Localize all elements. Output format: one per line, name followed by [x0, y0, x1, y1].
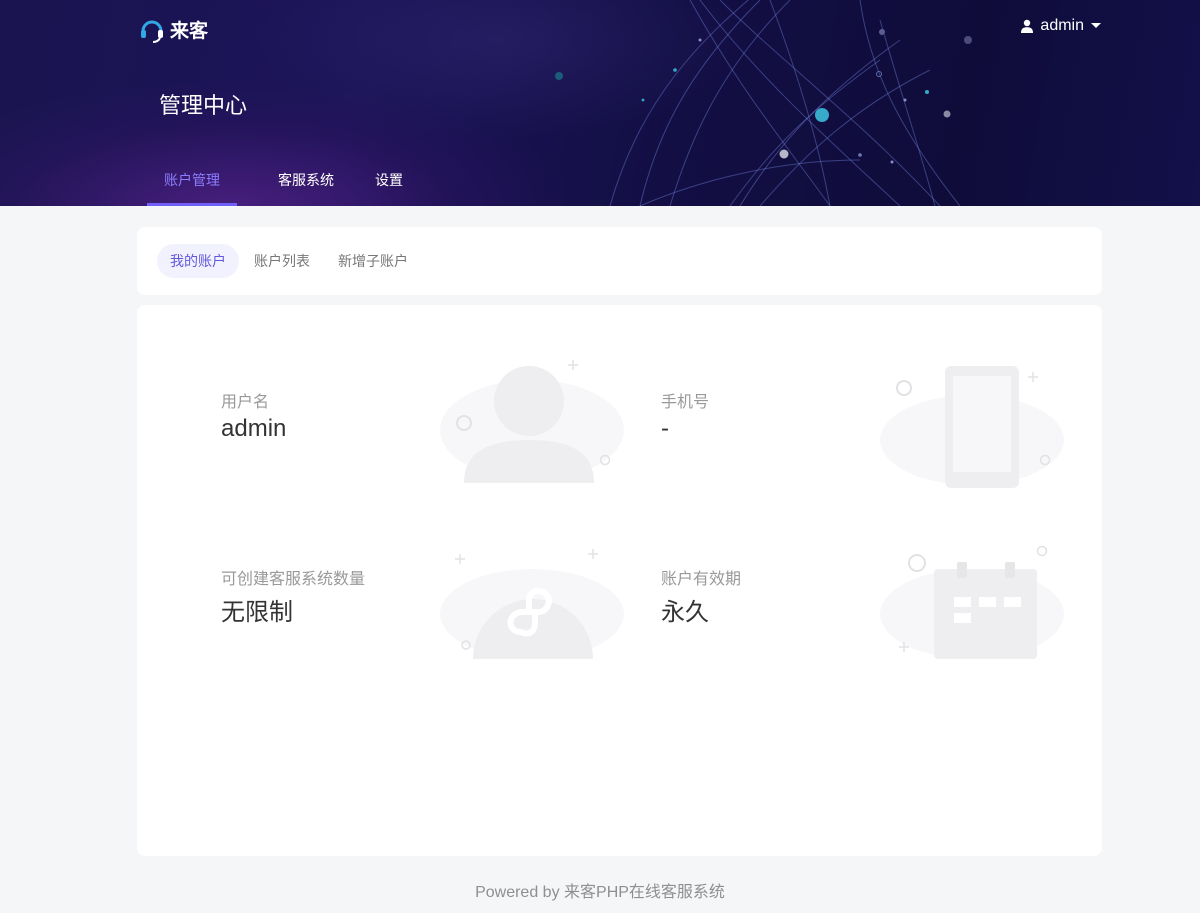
app-logo[interactable]: 来客: [138, 14, 208, 44]
validity-value: 永久: [661, 599, 709, 626]
subtab-add-subaccount[interactable]: 新增子账户: [325, 244, 421, 278]
phone-icon: [880, 366, 1064, 488]
page-title: 管理中心: [159, 93, 248, 118]
user-menu[interactable]: admin: [1020, 17, 1102, 35]
tab-settings[interactable]: 设置: [375, 160, 403, 206]
username-value: admin: [221, 415, 287, 442]
headset-icon: [141, 20, 163, 43]
caret-down-icon: [1091, 23, 1101, 28]
account-info-card: 用户名 admin 手机号 - 可创建客服系统数量 无限制 账户有效期 永久: [137, 305, 1102, 856]
phone-section: 手机号 -: [577, 355, 1064, 495]
username-label: 用户名: [221, 394, 270, 411]
quota-label: 可创建客服系统数量: [221, 571, 366, 588]
quota-section: 可创建客服系统数量 无限制: [137, 532, 624, 672]
phone-value: -: [661, 415, 669, 442]
footer-powered-by: Powered by 来客PHP在线客服系统: [475, 884, 725, 901]
validity-label: 账户有效期: [661, 571, 742, 588]
quota-value: 无限制: [221, 599, 293, 626]
sub-tabs: 我的账户 账户列表 新增子账户: [137, 227, 1102, 295]
main-tabs: 账户管理 客服系统 设置: [147, 160, 444, 206]
tab-account-management[interactable]: 账户管理: [147, 160, 237, 206]
user-icon: [1021, 19, 1034, 33]
calendar-icon: [880, 545, 1064, 659]
top-header: 来客 admin 管理中心 账户管理 客服系统 设置: [0, 0, 1200, 206]
tab-customer-service[interactable]: 客服系统: [278, 160, 334, 206]
subtab-my-account[interactable]: 我的账户: [157, 244, 239, 278]
username-section: 用户名 admin: [137, 355, 624, 495]
logo-text: 来客: [170, 20, 209, 42]
subtab-account-list[interactable]: 账户列表: [241, 244, 323, 278]
username-label: admin: [1040, 17, 1084, 34]
validity-section: 账户有效期 永久: [577, 532, 1064, 672]
phone-label: 手机号: [661, 394, 710, 411]
